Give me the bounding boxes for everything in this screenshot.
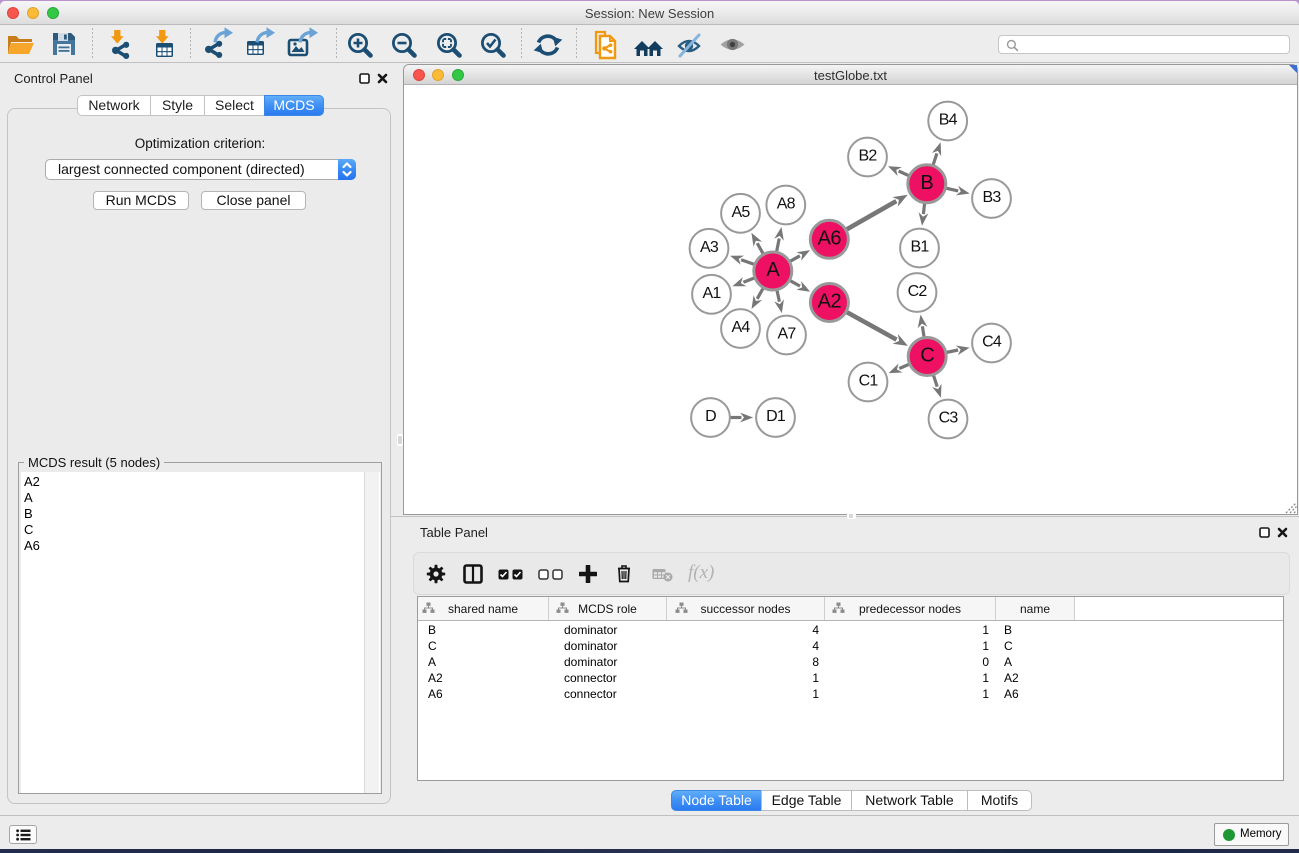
svg-text:D1: D1 <box>766 408 786 425</box>
svg-text:B2: B2 <box>859 148 878 165</box>
svg-text:A1: A1 <box>703 285 722 302</box>
svg-text:B: B <box>920 172 933 194</box>
svg-text:A5: A5 <box>732 204 751 221</box>
svg-text:D: D <box>705 408 716 425</box>
svg-text:A7: A7 <box>778 326 797 343</box>
svg-text:B3: B3 <box>983 189 1002 206</box>
svg-text:C4: C4 <box>982 334 1002 351</box>
svg-text:B4: B4 <box>939 112 958 129</box>
svg-text:C2: C2 <box>908 283 928 300</box>
svg-text:A: A <box>766 259 780 281</box>
svg-text:C3: C3 <box>939 410 959 427</box>
svg-text:A3: A3 <box>700 239 719 256</box>
svg-text:A8: A8 <box>777 196 796 213</box>
svg-text:A2: A2 <box>818 291 842 313</box>
svg-text:C: C <box>920 345 934 367</box>
svg-text:B1: B1 <box>911 239 930 256</box>
svg-text:A4: A4 <box>732 319 751 336</box>
svg-text:A6: A6 <box>818 227 842 249</box>
svg-text:C1: C1 <box>859 373 879 390</box>
